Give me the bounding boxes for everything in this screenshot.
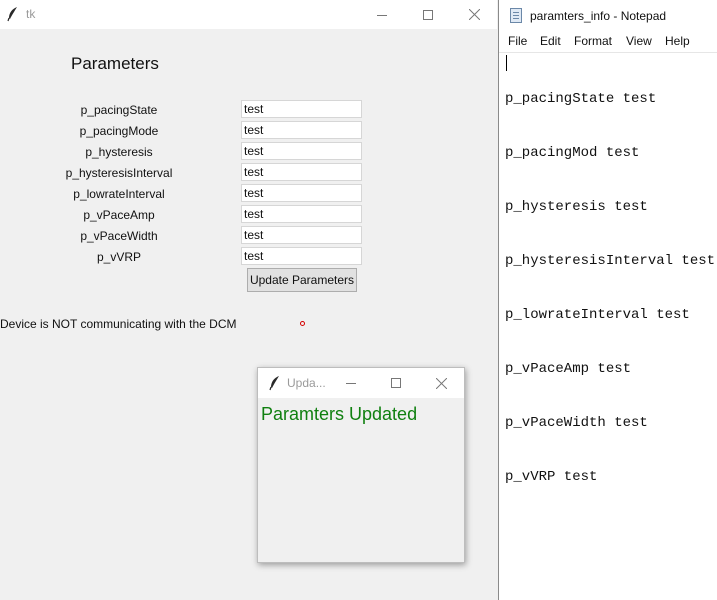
tk-feather-icon <box>269 376 279 391</box>
minimize-button[interactable] <box>359 0 405 29</box>
notepad-line: p_hysteresis test <box>505 199 648 215</box>
popup-maximize-button[interactable] <box>373 368 419 398</box>
param-label-vVRP: p_vVRP <box>96 250 142 264</box>
notepad-title: paramters_info - Notepad <box>530 9 667 23</box>
param-input-hysteresisInterval[interactable]: test <box>241 163 362 181</box>
param-label-hysteresisInterval: p_hysteresisInterval <box>65 166 173 180</box>
param-input-vVRP[interactable]: test <box>241 247 362 265</box>
popup-close-button[interactable] <box>418 368 464 398</box>
param-label-pacingMode: p_pacingMode <box>79 124 159 138</box>
menu-help[interactable]: Help <box>665 34 690 48</box>
notepad-window: paramters_info - Notepad File Edit Forma… <box>498 0 717 600</box>
maximize-button[interactable] <box>405 0 451 29</box>
menu-edit[interactable]: Edit <box>540 34 561 48</box>
notepad-text-area[interactable]: p_pacingState test p_pacingMod test p_hy… <box>505 54 715 522</box>
update-popup-window: Upda... Paramters Updated <box>257 367 465 563</box>
tk-feather-icon <box>7 7 17 22</box>
minimize-icon <box>377 14 387 16</box>
popup-minimize-button[interactable] <box>328 368 374 398</box>
popup-message: Paramters Updated <box>261 404 418 424</box>
param-input-lowrateInterval[interactable]: test <box>241 184 362 202</box>
notepad-icon <box>510 8 522 23</box>
connection-status-indicator <box>300 321 305 326</box>
notepad-line: p_lowrateInterval test <box>505 307 690 323</box>
param-input-vPaceWidth[interactable]: test <box>241 226 362 244</box>
param-label-hysteresis: p_hysteresis <box>85 145 153 159</box>
close-button[interactable] <box>451 0 497 29</box>
menu-view[interactable]: View <box>626 34 652 48</box>
notepad-menubar: File Edit Format View Help <box>499 31 717 53</box>
tk-window-title: tk <box>26 7 36 21</box>
menu-file[interactable]: File <box>508 34 527 48</box>
notepad-line: p_vVRP test <box>505 469 598 485</box>
param-label-vPaceAmp: p_vPaceAmp <box>83 208 155 222</box>
close-icon <box>435 377 447 389</box>
update-parameters-button[interactable]: Update Parameters <box>247 268 357 292</box>
menu-format[interactable]: Format <box>574 34 612 48</box>
param-input-pacingState[interactable]: test <box>241 100 362 118</box>
connection-status-text: Device is NOT communicating with the DCM <box>0 317 237 331</box>
param-label-pacingState: p_pacingState <box>80 103 158 117</box>
popup-titlebar[interactable]: Upda... <box>258 368 464 398</box>
param-input-pacingMode[interactable]: test <box>241 121 362 139</box>
notepad-line: p_vPaceAmp test <box>505 361 632 377</box>
notepad-line: p_pacingMod test <box>505 145 640 161</box>
param-input-hysteresis[interactable]: test <box>241 142 362 160</box>
notepad-line: p_pacingState test <box>505 91 657 107</box>
parameters-heading: Parameters <box>71 54 159 73</box>
minimize-icon <box>346 383 356 384</box>
notepad-line: p_hysteresisInterval test <box>505 253 716 269</box>
maximize-icon <box>423 9 433 20</box>
param-label-vPaceWidth: p_vPaceWidth <box>80 229 158 243</box>
notepad-titlebar[interactable]: paramters_info - Notepad <box>499 0 717 31</box>
param-label-lowrateInterval: p_lowrateInterval <box>73 187 165 201</box>
param-input-vPaceAmp[interactable]: test <box>241 205 362 223</box>
maximize-icon <box>391 378 401 388</box>
notepad-line: p_vPaceWidth test <box>505 415 648 431</box>
tk-titlebar[interactable]: tk <box>0 0 497 29</box>
text-caret <box>506 55 507 71</box>
popup-window-title: Upda... <box>287 376 326 390</box>
close-icon <box>468 9 480 20</box>
